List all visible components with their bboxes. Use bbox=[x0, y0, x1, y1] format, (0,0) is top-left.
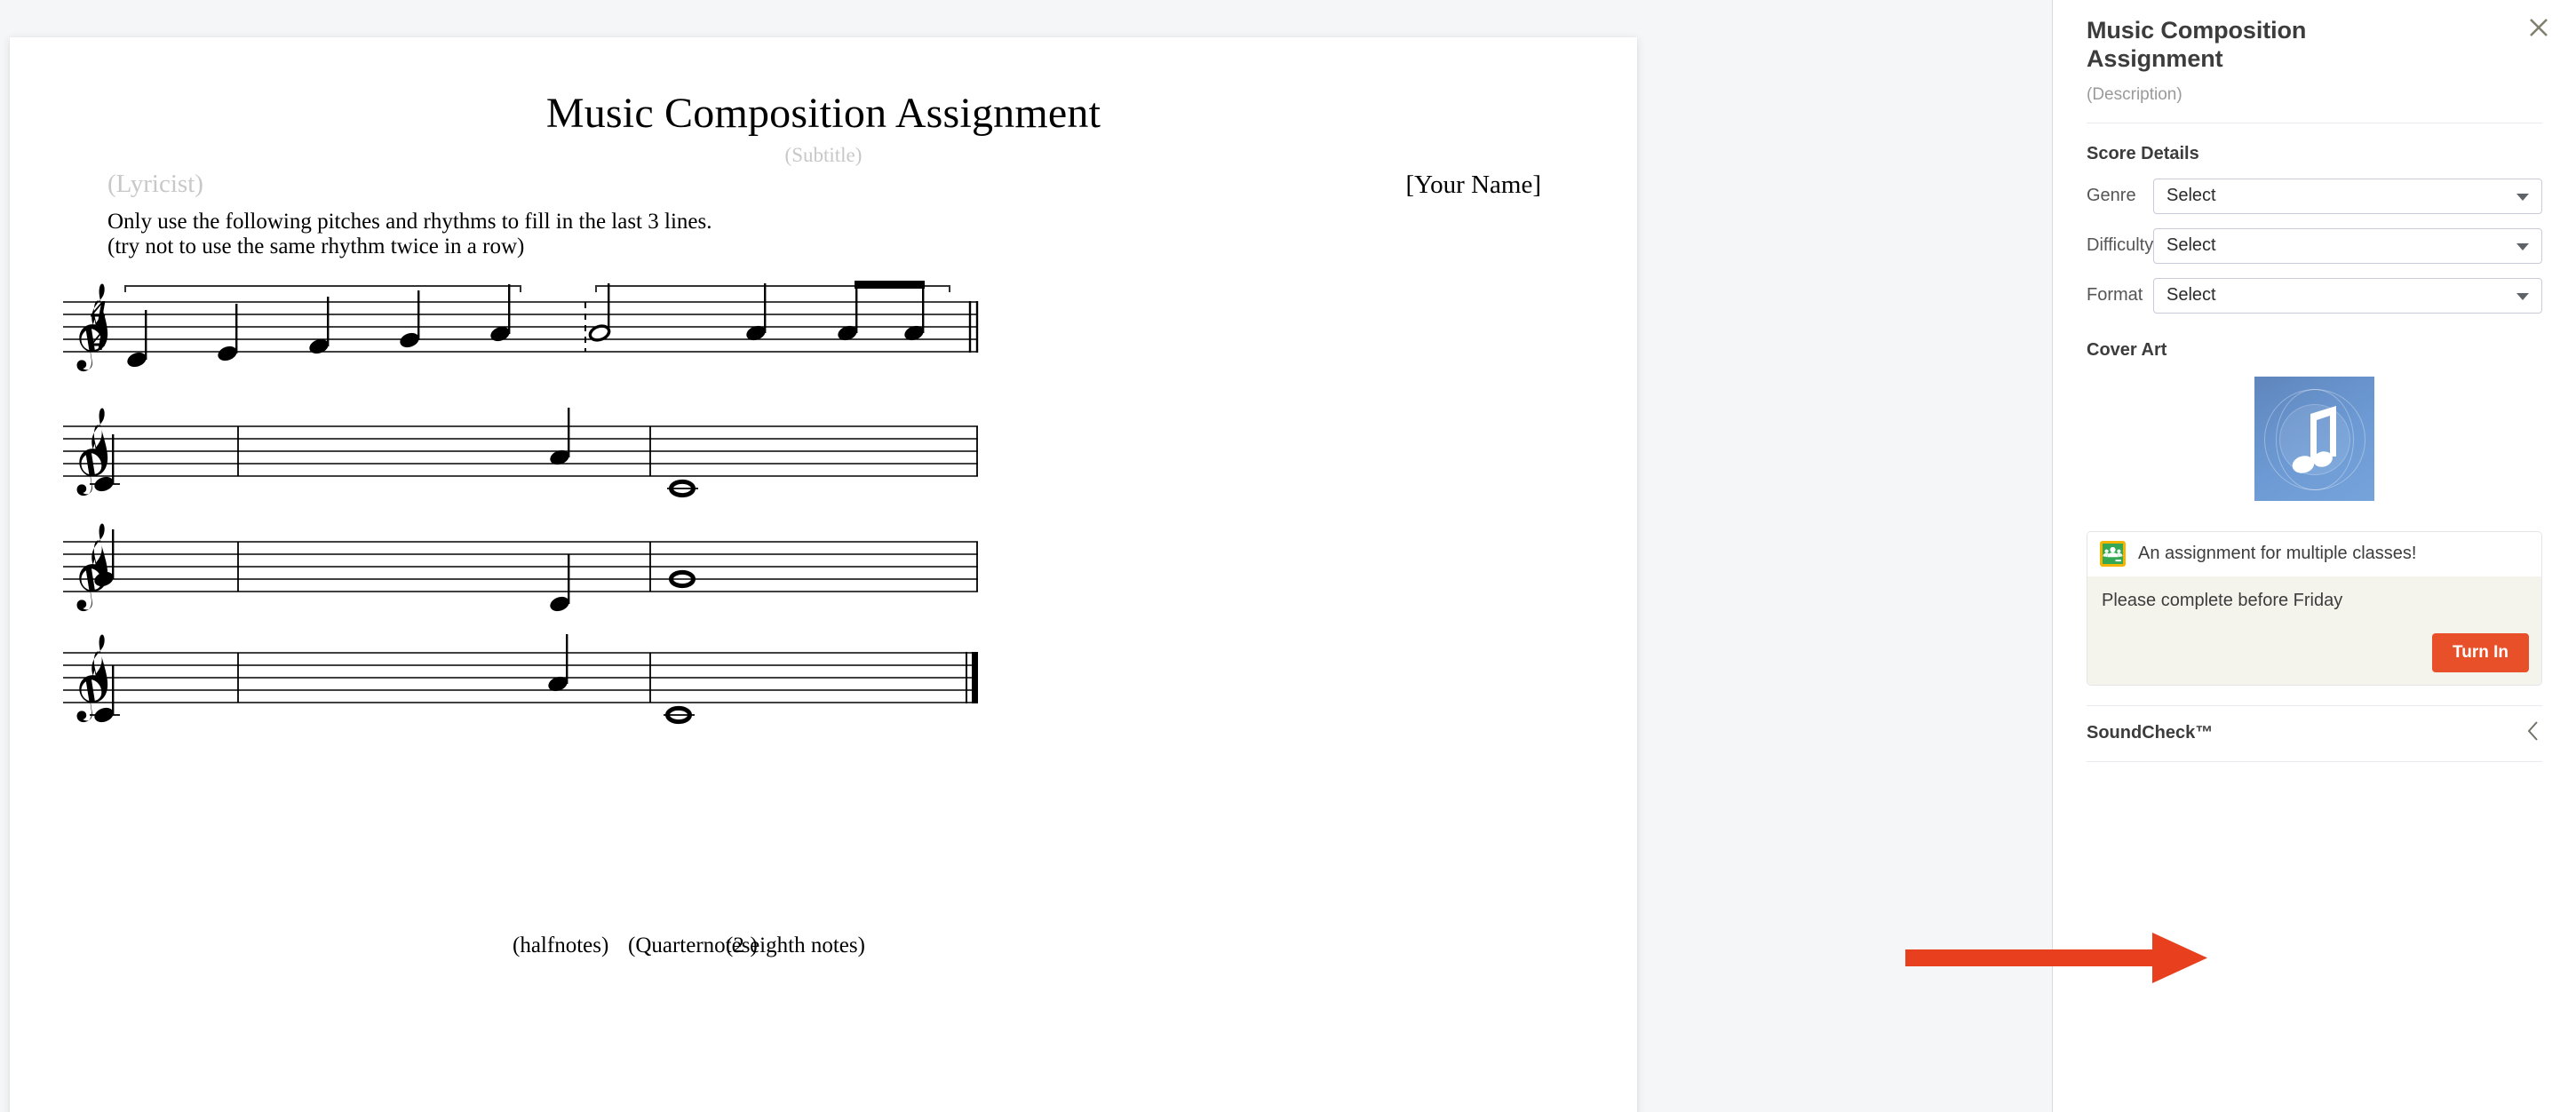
genre-field-row: Genre Select bbox=[2087, 178, 2542, 214]
google-classroom-icon bbox=[2100, 541, 2126, 568]
genre-value: Select bbox=[2167, 186, 2216, 206]
music-note-icon bbox=[2292, 405, 2336, 473]
chevron-left-icon[interactable] bbox=[2524, 719, 2542, 747]
format-select[interactable]: Select bbox=[2153, 277, 2542, 314]
staff-system-3 bbox=[63, 523, 978, 612]
annotation-halfnotes: (halfnotes) bbox=[513, 933, 609, 957]
chevron-down-icon bbox=[2516, 242, 2529, 250]
format-field-row: Format Select bbox=[2087, 277, 2542, 314]
close-icon[interactable] bbox=[2521, 10, 2556, 45]
annotation-eighth-notes: (2 eighth notes) bbox=[726, 933, 865, 957]
score-page-content: Music Composition Assignment (Subtitle) … bbox=[10, 37, 1637, 1112]
score-document-area: Music Composition Assignment (Subtitle) … bbox=[0, 0, 2052, 1112]
chevron-down-icon bbox=[2516, 193, 2529, 201]
svg-text:4: 4 bbox=[91, 295, 107, 328]
staff-system-1: 4 4 bbox=[63, 281, 979, 372]
cover-art-container bbox=[2053, 376, 2576, 501]
panel-description: (Description) bbox=[2087, 84, 2182, 104]
format-label: Format bbox=[2087, 285, 2143, 306]
difficulty-value: Select bbox=[2167, 235, 2216, 256]
panel-title: Music Composition Assignment bbox=[2087, 17, 2307, 73]
difficulty-select[interactable]: Select bbox=[2153, 227, 2542, 264]
details-panel: Music Composition Assignment (Descriptio… bbox=[2053, 0, 2576, 1112]
genre-label: Genre bbox=[2087, 186, 2136, 206]
svg-text:4: 4 bbox=[91, 324, 107, 357]
difficulty-label: Difficulty bbox=[2087, 235, 2154, 256]
score-details-heading: Score Details bbox=[2087, 143, 2199, 163]
score-composer: [Your Name] bbox=[1405, 171, 1541, 199]
soundcheck-section[interactable]: SoundCheck™ bbox=[2087, 706, 2542, 761]
soundcheck-divider-bottom bbox=[2087, 760, 2542, 762]
assignment-note: Please complete before Friday bbox=[2102, 590, 2343, 610]
score-lyricist: (Lyricist) bbox=[107, 170, 203, 198]
app-root: Music Composition Assignment (Subtitle) … bbox=[0, 0, 2576, 1112]
turn-in-button[interactable]: Turn In bbox=[2432, 632, 2529, 672]
score-subtitle: (Subtitle) bbox=[784, 144, 863, 166]
format-value: Select bbox=[2167, 285, 2216, 306]
score-instructions: Only use the following pitches and rhyth… bbox=[107, 210, 712, 258]
assignment-card-header[interactable]: An assignment for multiple classes! bbox=[2087, 531, 2541, 576]
chevron-down-icon bbox=[2516, 292, 2529, 300]
soundcheck-label: SoundCheck™ bbox=[2087, 723, 2214, 743]
score-page[interactable]: Music Composition Assignment (Subtitle) … bbox=[10, 37, 1637, 1112]
difficulty-field-row: Difficulty Select bbox=[2087, 227, 2542, 264]
assignment-card: An assignment for multiple classes! Plea… bbox=[2087, 530, 2542, 686]
cover-art-heading: Cover Art bbox=[2087, 339, 2167, 360]
staff-system-2 bbox=[63, 408, 978, 498]
genre-select[interactable]: Select bbox=[2153, 178, 2542, 214]
staff-system-4 bbox=[63, 634, 978, 725]
assignment-header-label: An assignment for multiple classes! bbox=[2138, 544, 2417, 564]
assignment-card-body: Please complete before Friday Turn In bbox=[2087, 576, 2541, 685]
panel-header: Music Composition Assignment (Descriptio… bbox=[2053, 0, 2576, 105]
cover-art-thumbnail[interactable] bbox=[2254, 376, 2374, 501]
score-title: Music Composition Assignment bbox=[545, 90, 1101, 137]
